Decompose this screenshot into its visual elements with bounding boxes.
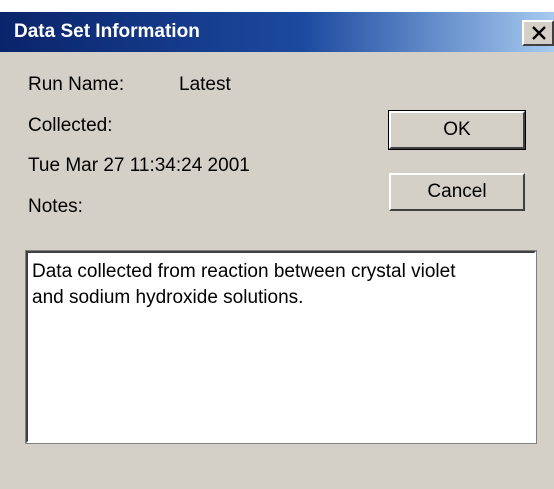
notes-text: Data collected from reaction between cry… bbox=[32, 261, 456, 308]
window-title: Data Set Information bbox=[14, 21, 200, 42]
title-bar[interactable]: Data Set Information bbox=[0, 12, 554, 52]
collected-label: Collected: bbox=[28, 115, 113, 136]
notes-textarea[interactable]: Data collected from reaction between cry… bbox=[25, 250, 537, 444]
notes-label: Notes: bbox=[28, 196, 83, 217]
run-name-value: Latest bbox=[179, 74, 231, 95]
close-button[interactable] bbox=[522, 20, 554, 46]
ok-button[interactable]: OK bbox=[388, 110, 526, 150]
collected-value: Tue Mar 27 11:34:24 2001 bbox=[28, 155, 250, 176]
data-set-information-dialog: Data Set Information Run Name: Latest Co… bbox=[0, 0, 554, 489]
run-name-label: Run Name: bbox=[28, 74, 125, 95]
top-strip bbox=[0, 0, 554, 12]
cancel-button[interactable]: Cancel bbox=[389, 173, 525, 211]
close-icon bbox=[532, 26, 546, 40]
